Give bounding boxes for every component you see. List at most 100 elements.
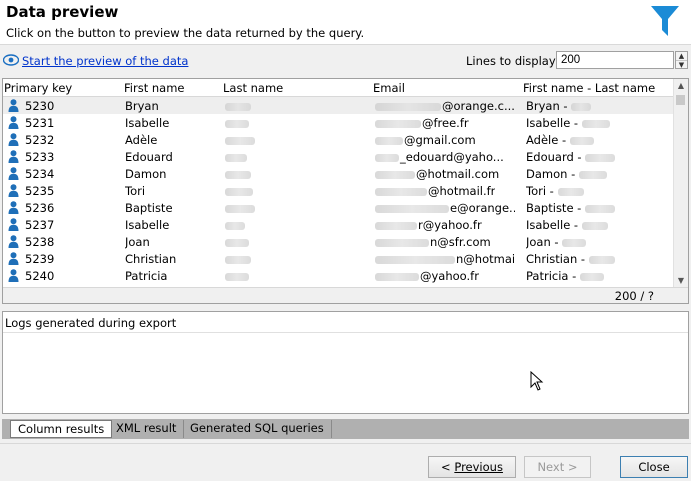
cell-first-name: Baptiste xyxy=(125,201,173,215)
logs-title: Logs generated during export xyxy=(5,316,177,330)
count-bar: 200 / ? xyxy=(3,287,688,303)
column-header-last-name[interactable]: Last name xyxy=(223,81,283,95)
column-header-primary-key[interactable]: Primary key xyxy=(4,81,72,95)
close-button[interactable]: Close xyxy=(620,456,688,478)
cell-full-name-text: Tori - xyxy=(526,184,558,198)
cell-full-name: Patricia - xyxy=(526,269,605,283)
cell-full-name-text: Patricia - xyxy=(526,269,580,283)
column-header-full-name[interactable]: First name - Last name xyxy=(523,81,655,95)
cell-first-name: Isabelle xyxy=(125,218,170,232)
cell-primary-key: 5234 xyxy=(25,167,55,181)
cell-email: @orange.c... xyxy=(375,99,515,113)
cell-email: n@sfr.com xyxy=(375,235,491,249)
mouse-cursor-icon xyxy=(530,370,544,394)
cell-full-name-text: Joan - xyxy=(526,235,563,249)
cell-first-name: Damon xyxy=(125,167,167,181)
person-icon xyxy=(8,133,19,149)
cell-email-domain: e@orange... xyxy=(450,201,515,215)
table-row[interactable]: 5233 Edouard _edouard@yaho... Edouard - xyxy=(3,148,675,165)
table-row[interactable]: 5237 Isabelle r@yahoo.fr Isabelle - xyxy=(3,216,675,233)
cell-full-name: Isabelle - xyxy=(526,116,611,130)
cell-primary-key: 5231 xyxy=(25,116,55,130)
cell-full-name-text: Bryan - xyxy=(526,99,572,113)
cell-primary-key: 5238 xyxy=(25,235,55,249)
table-row[interactable]: 5239 Christian n@hotmai... Christian - xyxy=(3,250,675,267)
table-row[interactable]: 5236 Baptiste e@orange... Baptiste - xyxy=(3,199,675,216)
vertical-scrollbar[interactable]: ▲ ▼ xyxy=(673,79,688,287)
cell-email: @yahoo.fr xyxy=(375,269,479,283)
spin-up-icon[interactable]: ▲ xyxy=(676,52,687,61)
data-grid: Primary key First name Last name Email F… xyxy=(2,78,689,304)
lines-spinner[interactable]: ▲ ▼ xyxy=(675,51,688,69)
footer: < Previous Next > Close xyxy=(0,443,691,481)
cell-full-name-text: Baptiste - xyxy=(526,201,585,215)
tab-xml-result[interactable]: XML result xyxy=(109,420,185,438)
table-row[interactable]: 5240 Patricia @yahoo.fr Patricia - xyxy=(3,267,675,284)
column-header-first-name[interactable]: First name xyxy=(124,81,184,95)
tab-column-results[interactable]: Column results xyxy=(10,420,113,438)
cell-first-name: Christian xyxy=(125,252,177,266)
funnel-icon xyxy=(650,4,680,41)
scroll-down-icon[interactable]: ▼ xyxy=(674,274,688,287)
cell-email-domain: n@hotmai... xyxy=(456,252,515,266)
person-icon xyxy=(8,201,19,217)
scroll-up-icon[interactable]: ▲ xyxy=(674,79,688,92)
row-count: 200 / ? xyxy=(614,289,654,303)
cell-primary-key: 5233 xyxy=(25,150,55,164)
cell-email: @hotmail.fr xyxy=(375,184,495,198)
cell-last-name-redacted xyxy=(225,184,254,198)
previous-button[interactable]: < Previous xyxy=(428,456,516,478)
cell-primary-key: 5230 xyxy=(25,99,55,113)
page-subtitle: Click on the button to preview the data … xyxy=(6,26,365,40)
cell-email-domain: @orange.c... xyxy=(442,99,515,113)
cell-email: n@hotmai... xyxy=(375,252,515,266)
cell-primary-key: 5235 xyxy=(25,184,55,198)
person-icon xyxy=(8,252,19,268)
cell-email: @hotmail.com xyxy=(375,167,499,181)
cell-first-name: Tori xyxy=(125,184,146,198)
next-button[interactable]: Next > xyxy=(524,456,591,478)
cell-full-name: Isabelle - xyxy=(526,218,609,232)
cell-full-name: Edouard - xyxy=(526,150,616,164)
cell-last-name-redacted xyxy=(225,99,252,113)
table-row[interactable]: 5231 Isabelle @free.fr Isabelle - xyxy=(3,114,675,131)
logs-panel: Logs generated during export xyxy=(2,311,689,414)
column-header-email[interactable]: Email xyxy=(373,81,405,95)
table-row[interactable]: 5230 Bryan @orange.c... Bryan - xyxy=(3,97,675,114)
lines-to-display-input[interactable] xyxy=(556,51,674,69)
cell-first-name: Bryan xyxy=(125,99,159,113)
cell-full-name-text: Damon - xyxy=(526,167,579,181)
tab-generated-sql-queries[interactable]: Generated SQL queries xyxy=(183,420,332,438)
cell-full-name: Tori - xyxy=(526,184,585,198)
results-tabbar: Column results XML result Generated SQL … xyxy=(2,419,689,439)
cell-first-name: Joan xyxy=(125,235,150,249)
start-preview-link[interactable]: Start the preview of the data xyxy=(22,54,188,68)
cell-last-name-redacted xyxy=(225,218,246,232)
table-row[interactable]: 5234 Damon @hotmail.com Damon - xyxy=(3,165,675,182)
scroll-thumb[interactable] xyxy=(676,95,685,105)
cell-email: e@orange... xyxy=(375,201,515,215)
grid-header: Primary key First name Last name Email F… xyxy=(3,79,675,97)
table-row[interactable]: 5235 Tori @hotmail.fr Tori - xyxy=(3,182,675,199)
cell-last-name-redacted xyxy=(225,235,250,249)
spin-down-icon[interactable]: ▼ xyxy=(676,61,687,69)
cell-first-name: Edouard xyxy=(125,150,173,164)
cell-primary-key: 5237 xyxy=(25,218,55,232)
cell-email-domain: @free.fr xyxy=(422,116,469,130)
cell-full-name-text: Christian - xyxy=(526,252,589,266)
cell-last-name-redacted xyxy=(225,133,256,147)
cell-full-name-text: Edouard - xyxy=(526,150,586,164)
table-row[interactable]: 5232 Adèle @gmail.com Adèle - xyxy=(3,131,675,148)
previous-label: Previous xyxy=(454,460,503,474)
cell-email: _edouard@yaho... xyxy=(375,150,504,164)
person-icon xyxy=(8,150,19,166)
cell-first-name: Adèle xyxy=(125,133,158,147)
cell-email-domain: @hotmail.com xyxy=(416,167,500,181)
cell-last-name-redacted xyxy=(225,167,252,181)
cell-full-name: Joan - xyxy=(526,235,587,249)
cell-last-name-redacted xyxy=(225,150,248,164)
cell-full-name-text: Adèle - xyxy=(526,133,570,147)
table-row[interactable]: 5238 Joan n@sfr.com Joan - xyxy=(3,233,675,250)
cell-email: @gmail.com xyxy=(375,133,476,147)
cell-email-domain: n@sfr.com xyxy=(430,235,491,249)
